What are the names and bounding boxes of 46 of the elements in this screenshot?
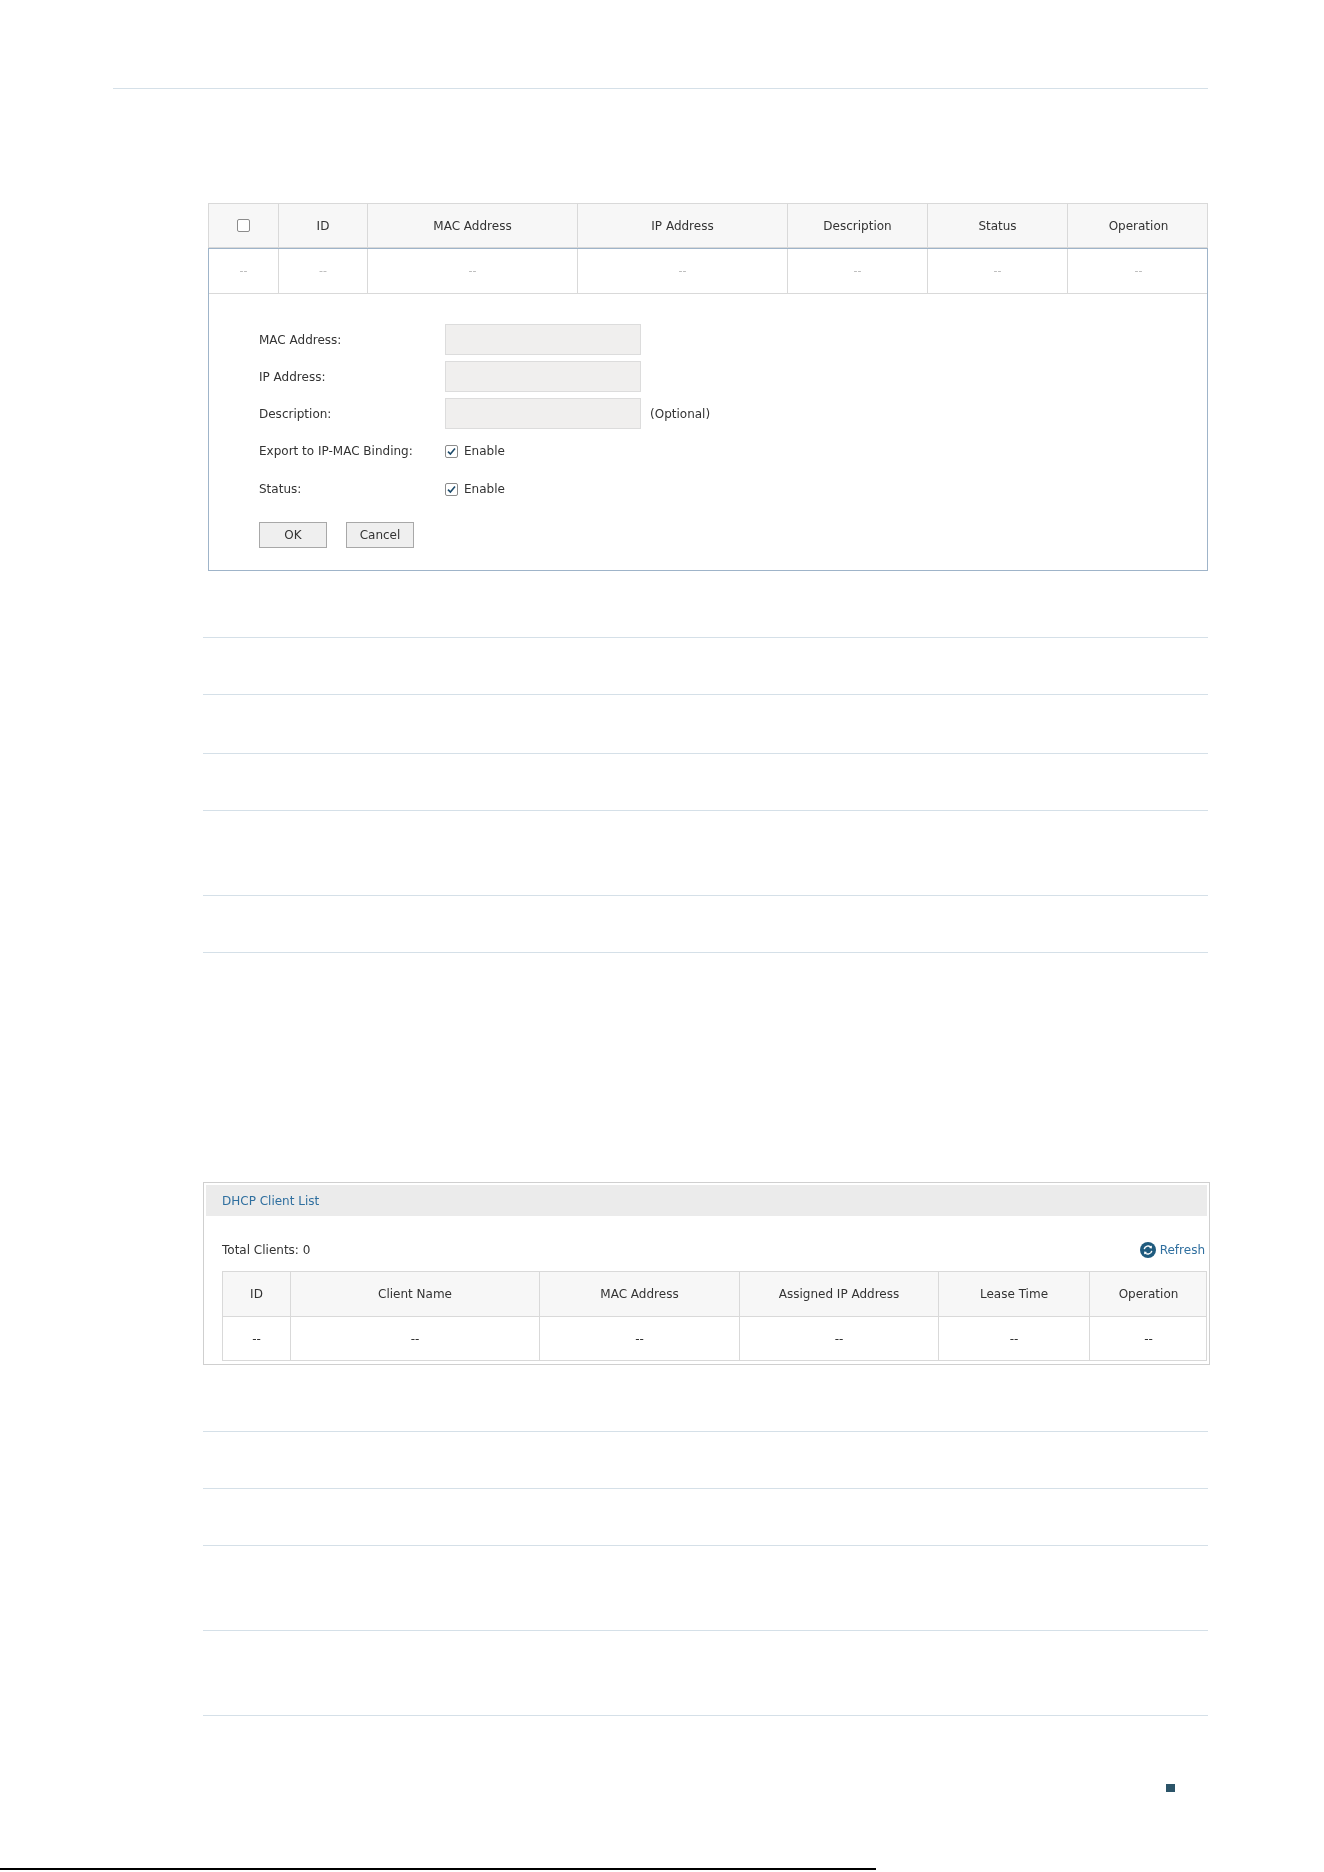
text-field[interactable] [445, 324, 641, 355]
field-label: IP Address: [259, 369, 326, 384]
column-header: Operation [1108, 217, 1169, 235]
table-cell-text: -- [1144, 1330, 1153, 1348]
form-button[interactable]: Cancel [346, 522, 414, 548]
field-label: Description: [259, 406, 332, 421]
field-label: Export to IP-MAC Binding: [259, 444, 413, 458]
column-header: Description [823, 217, 892, 235]
checkbox-label: Enable [464, 443, 505, 460]
text-field[interactable] [445, 398, 641, 429]
checkbox[interactable] [445, 444, 458, 458]
column-header: Client Name [378, 1286, 452, 1303]
table-cell-text: -- [834, 1330, 844, 1348]
table-cell-text: -- [319, 262, 327, 279]
refresh-link[interactable]: Refresh [1139, 1241, 1205, 1259]
checkbox[interactable] [237, 219, 250, 232]
column-header: MAC Address [600, 1286, 679, 1303]
table-cell-text: -- [252, 1330, 261, 1348]
column-header: Operation [1118, 1286, 1179, 1303]
table-cell-text: -- [239, 262, 248, 279]
total-clients: Total Clients: 0 [222, 1242, 311, 1259]
column-header: Assigned IP Address [778, 1286, 900, 1303]
column-header: ID [316, 217, 330, 235]
column-header: ID [250, 1286, 263, 1303]
table-cell-text: -- [853, 262, 862, 279]
table-cell-text: -- [410, 1330, 420, 1348]
checkbox-label: Enable [464, 481, 505, 498]
field-label: MAC Address: [259, 332, 342, 347]
square-icon [1166, 1784, 1175, 1792]
column-header: Lease Time [980, 1286, 1048, 1303]
table-cell-text: -- [993, 262, 1002, 279]
column-header: Status [978, 217, 1017, 235]
table-cell-text: -- [468, 262, 477, 279]
table-cell-text: -- [678, 262, 687, 279]
table-cell-text: -- [1134, 262, 1143, 279]
table-cell-text: -- [1009, 1330, 1019, 1348]
text-field[interactable] [445, 361, 641, 392]
refresh-icon [1139, 1242, 1156, 1258]
panel-title: DHCP Client List [222, 1192, 320, 1210]
checkbox[interactable] [445, 482, 458, 496]
form-button[interactable]: OK [259, 522, 327, 548]
column-header: IP Address [651, 217, 714, 235]
field-label: Status: [259, 482, 302, 496]
optional-note: (Optional) [650, 405, 711, 423]
column-header: MAC Address [433, 217, 512, 235]
table-cell-text: -- [635, 1330, 644, 1348]
